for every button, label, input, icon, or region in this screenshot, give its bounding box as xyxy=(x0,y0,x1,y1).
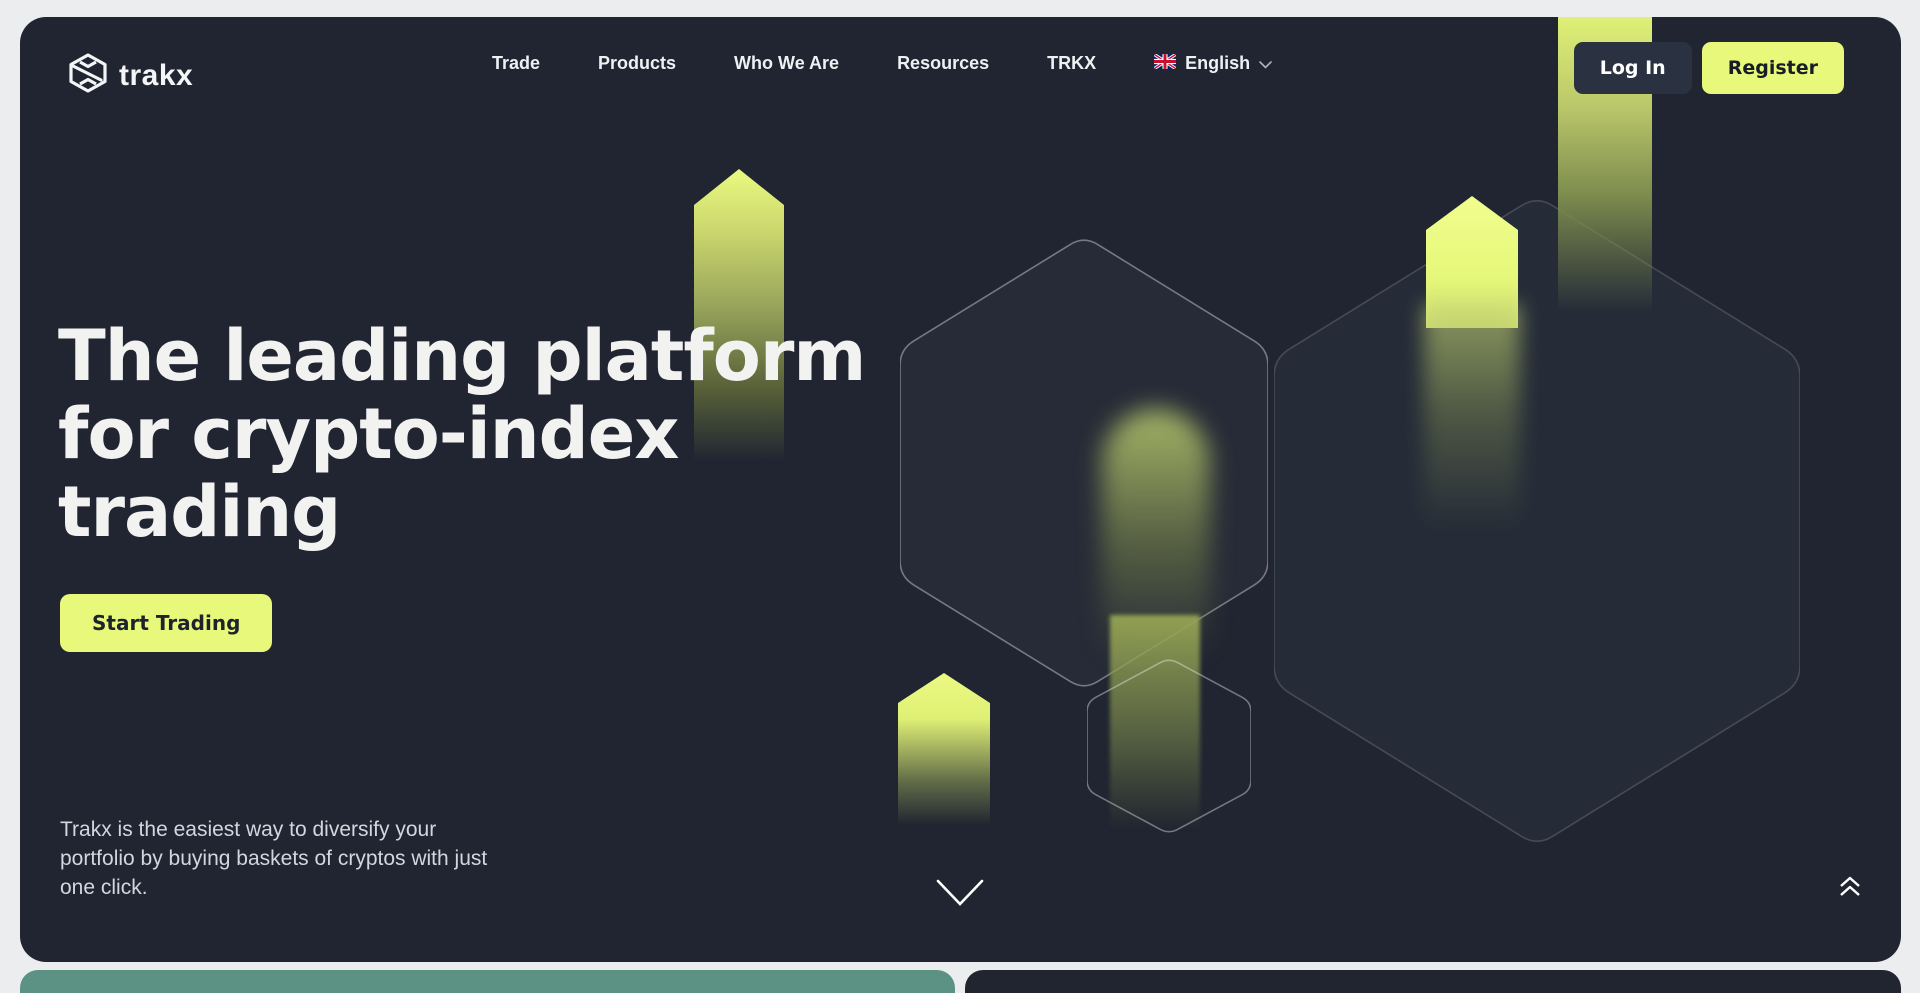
hero-description: Trakx is the easiest way to diversify yo… xyxy=(60,815,505,902)
nav-item-products[interactable]: Products xyxy=(598,53,676,74)
decor-lime-arrow-bottom xyxy=(898,673,990,825)
start-trading-button[interactable]: Start Trading xyxy=(60,594,272,652)
heading-line-2: for crypto-index xyxy=(58,393,678,475)
language-label: English xyxy=(1185,53,1250,74)
decor-lime-arrow-right xyxy=(1426,196,1518,328)
trakx-logo[interactable]: trakx xyxy=(67,53,193,98)
next-section-preview xyxy=(20,970,1901,993)
decor-hexagon-outline-center xyxy=(900,236,1268,690)
uk-flag-icon xyxy=(1154,53,1176,74)
decor-glow-bar-center xyxy=(1102,409,1210,659)
heading-line-3: trading xyxy=(58,471,340,553)
decor-lime-arrow-right-tail xyxy=(1424,305,1520,530)
register-button[interactable]: Register xyxy=(1702,42,1844,94)
decor-olive-bar-center xyxy=(1110,615,1200,830)
login-button[interactable]: Log In xyxy=(1574,42,1692,94)
page-background: { "colors": { "accent_lime": "#e7f87b", … xyxy=(0,0,1920,993)
main-navigation: Trade Products Who We Are Resources TRKX… xyxy=(492,17,1272,109)
hero-section: trakx Trade Products Who We Are Resource… xyxy=(20,17,1901,962)
scroll-down-arrow-icon xyxy=(936,829,984,934)
page-title: The leading platform for crypto-index tr… xyxy=(58,317,865,551)
teal-section-card xyxy=(20,970,955,993)
nav-item-trade[interactable]: Trade xyxy=(492,53,540,74)
nav-item-who-we-are[interactable]: Who We Are xyxy=(734,53,839,74)
trakx-logo-icon xyxy=(67,53,109,98)
nav-item-trkx[interactable]: TRKX xyxy=(1047,53,1096,74)
auth-buttons: Log In Register xyxy=(1574,42,1844,94)
decor-hexagon-outline-small xyxy=(1087,658,1251,834)
scroll-to-top-icon[interactable] xyxy=(1837,875,1863,904)
dark-section-card xyxy=(965,970,1901,993)
logo-wordmark: trakx xyxy=(119,59,193,93)
nav-item-resources[interactable]: Resources xyxy=(897,53,989,74)
language-selector[interactable]: English xyxy=(1154,53,1272,74)
chevron-down-icon xyxy=(1259,53,1272,74)
decor-hexagon-filled-right xyxy=(1274,196,1800,846)
heading-line-1: The leading platform xyxy=(58,315,865,397)
